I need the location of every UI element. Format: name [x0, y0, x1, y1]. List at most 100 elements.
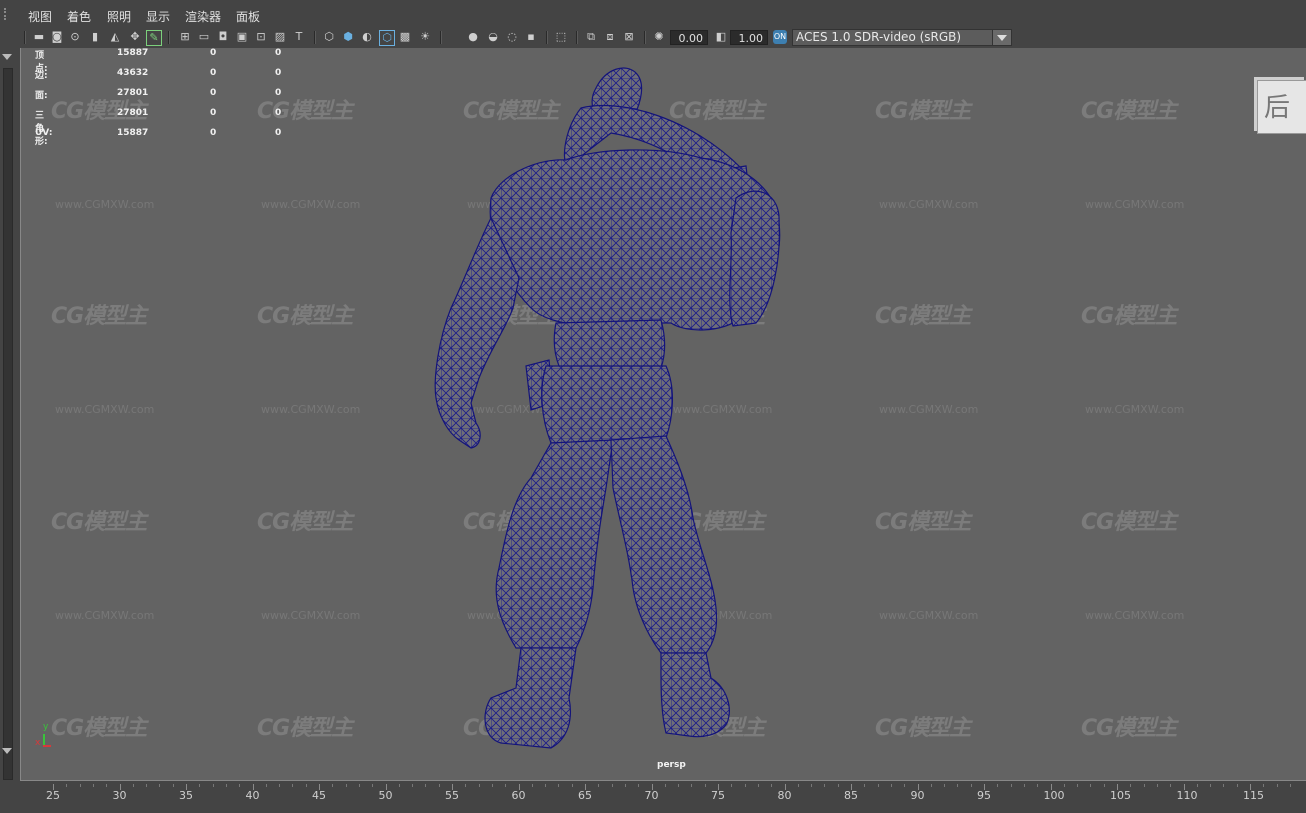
- timeline-tick-label: 90: [910, 789, 925, 802]
- perspective-viewport[interactable]: 顶点: 15887 0 0 边: 43632 0 0 面: 27801 0 0 …: [20, 48, 1306, 781]
- camera-select-icon[interactable]: ▬: [32, 30, 46, 44]
- menu-shading[interactable]: 着色: [67, 8, 91, 25]
- isolate-select-icon[interactable]: ⬚: [554, 30, 568, 44]
- wireframe-icon[interactable]: ⬡: [322, 30, 336, 44]
- xray-icon[interactable]: ⧉: [584, 30, 598, 44]
- safe-action-icon[interactable]: ▨: [273, 30, 287, 44]
- scroll-down-arrow-icon[interactable]: [2, 748, 12, 754]
- left-scrollbar[interactable]: [0, 48, 18, 783]
- menu-view[interactable]: 视图: [28, 8, 52, 25]
- toolbar-separator: [546, 31, 548, 44]
- timeline-minor-tick: [79, 784, 81, 787]
- timeline-major-tick: [917, 784, 919, 790]
- default-material-icon[interactable]: ◐: [360, 30, 374, 44]
- timeline-tick-label: 75: [711, 789, 725, 802]
- timeline-minor-tick: [877, 784, 879, 787]
- screen-space-ao-icon[interactable]: ◒: [486, 30, 500, 44]
- character-wireframe-model: [434, 67, 781, 749]
- toolbar-separator: [168, 31, 170, 44]
- 2d-pan-zoom-icon[interactable]: ✥: [128, 30, 142, 44]
- menu-handle-icon: [4, 8, 16, 20]
- timeline-tick-label: 40: [245, 789, 260, 802]
- gamma-icon[interactable]: ◧: [714, 30, 728, 44]
- smooth-shade-icon[interactable]: ⬢: [341, 30, 355, 44]
- timeline-major-tick: [1117, 784, 1118, 790]
- xray-active-icon[interactable]: ⧈: [603, 30, 617, 44]
- field-chart-icon[interactable]: ⊡: [254, 30, 268, 44]
- color-space-dropdown[interactable]: ACES 1.0 SDR-video (sRGB): [792, 29, 1012, 46]
- time-slider[interactable]: 25 30 35 40 45 50 55 60 65 70 75 80 85 90 95 100 105 110 1…: [0, 784, 1306, 813]
- timeline-minor-tick: [1196, 784, 1198, 787]
- exposure-field[interactable]: 0.00: [670, 30, 708, 45]
- timeline-major-tick: [585, 784, 586, 790]
- xray-joints-icon[interactable]: ⊠: [622, 30, 636, 44]
- timeline-major-tick: [1250, 784, 1251, 790]
- timeline-tick-label: 25: [46, 789, 60, 802]
- timeline-major-tick: [452, 784, 453, 790]
- wireframe-on-shaded-icon[interactable]: ⬡: [379, 30, 395, 46]
- gamma-field[interactable]: 1.00: [730, 30, 768, 45]
- camera-bookmark-icon[interactable]: ⊙: [68, 30, 82, 44]
- timeline-major-tick: [851, 784, 852, 790]
- timeline-major-tick: [186, 784, 187, 790]
- toolbar-separator: [314, 31, 316, 44]
- grease-pencil-icon[interactable]: ✎: [146, 30, 162, 46]
- menu-renderer[interactable]: 渲染器: [185, 8, 221, 25]
- timeline-major-tick: [718, 784, 719, 790]
- timeline-tick-label: 35: [179, 789, 193, 802]
- menu-panels[interactable]: 面板: [236, 8, 260, 25]
- model-right-leg: [610, 435, 718, 654]
- chevron-down-icon[interactable]: [992, 30, 1011, 45]
- camera-attributes-icon[interactable]: ◙: [50, 30, 64, 44]
- timeline-tick-label: 95: [977, 789, 991, 802]
- scroll-track[interactable]: [3, 68, 13, 780]
- model-left-leg: [495, 439, 614, 649]
- toolbar-separator: [644, 31, 646, 44]
- timeline-minor-tick: [997, 784, 999, 787]
- timeline-tick-label: 105: [1110, 789, 1131, 802]
- color-management-icon[interactable]: ON: [773, 30, 787, 44]
- timeline-minor-tick: [1276, 784, 1278, 787]
- motion-blur-icon[interactable]: ◌: [505, 30, 519, 44]
- timeline-minor-tick: [1236, 784, 1238, 787]
- gate-mask-icon[interactable]: ▣: [235, 30, 249, 44]
- timeline-minor-tick: [1063, 784, 1065, 787]
- timeline-minor-tick: [691, 784, 693, 787]
- film-gate-icon[interactable]: ▭: [197, 30, 211, 44]
- axis-y-label: y: [43, 722, 49, 732]
- timeline-major-tick: [1183, 784, 1185, 790]
- timeline-major-tick: [319, 784, 320, 790]
- lights-icon[interactable]: ☀: [418, 30, 432, 44]
- timeline-minor-tick: [132, 784, 134, 787]
- anti-aliasing-icon[interactable]: ▪: [524, 30, 538, 44]
- timeline-major-tick: [53, 784, 54, 790]
- shadows-icon[interactable]: ●: [466, 30, 480, 44]
- timeline-minor-tick: [146, 784, 148, 787]
- timeline-minor-tick: [1156, 784, 1158, 787]
- timeline-minor-tick: [491, 784, 493, 787]
- grid-icon[interactable]: ⊞: [178, 30, 192, 44]
- menu-lighting[interactable]: 照明: [107, 8, 131, 25]
- scroll-up-arrow-icon[interactable]: [2, 54, 12, 60]
- timeline-minor-tick: [571, 784, 573, 787]
- resolution-gate-icon[interactable]: ◘: [216, 30, 230, 44]
- timeline-minor-tick: [531, 784, 533, 787]
- image-plane-icon[interactable]: ◭: [108, 30, 122, 44]
- menu-show[interactable]: 显示: [146, 8, 170, 25]
- timeline-major-tick: [784, 784, 786, 790]
- timeline-minor-tick: [398, 784, 400, 787]
- timeline-minor-tick: [970, 784, 972, 787]
- timeline-minor-tick: [957, 784, 959, 787]
- timeline-minor-tick: [345, 784, 347, 787]
- bookmark-icon[interactable]: ▮: [88, 30, 102, 44]
- timeline-minor-tick: [159, 784, 161, 787]
- timeline-minor-tick: [305, 784, 307, 787]
- exposure-icon[interactable]: ✺: [652, 30, 666, 44]
- timeline-minor-tick: [624, 784, 626, 787]
- view-cube[interactable]: 后: [1257, 80, 1306, 134]
- timeline-minor-tick: [332, 784, 334, 787]
- timeline-minor-tick: [292, 784, 294, 787]
- safe-title-icon[interactable]: T: [292, 30, 306, 44]
- textured-icon[interactable]: ▩: [398, 30, 412, 44]
- panel-toolbar: ▬ ◙ ⊙ ▮ ◭ ✥ ✎ ⊞ ▭ ◘ ▣ ⊡ ▨ T ⬡ ⬢ ◐ ⬡ ▩ ☀ …: [0, 28, 1306, 48]
